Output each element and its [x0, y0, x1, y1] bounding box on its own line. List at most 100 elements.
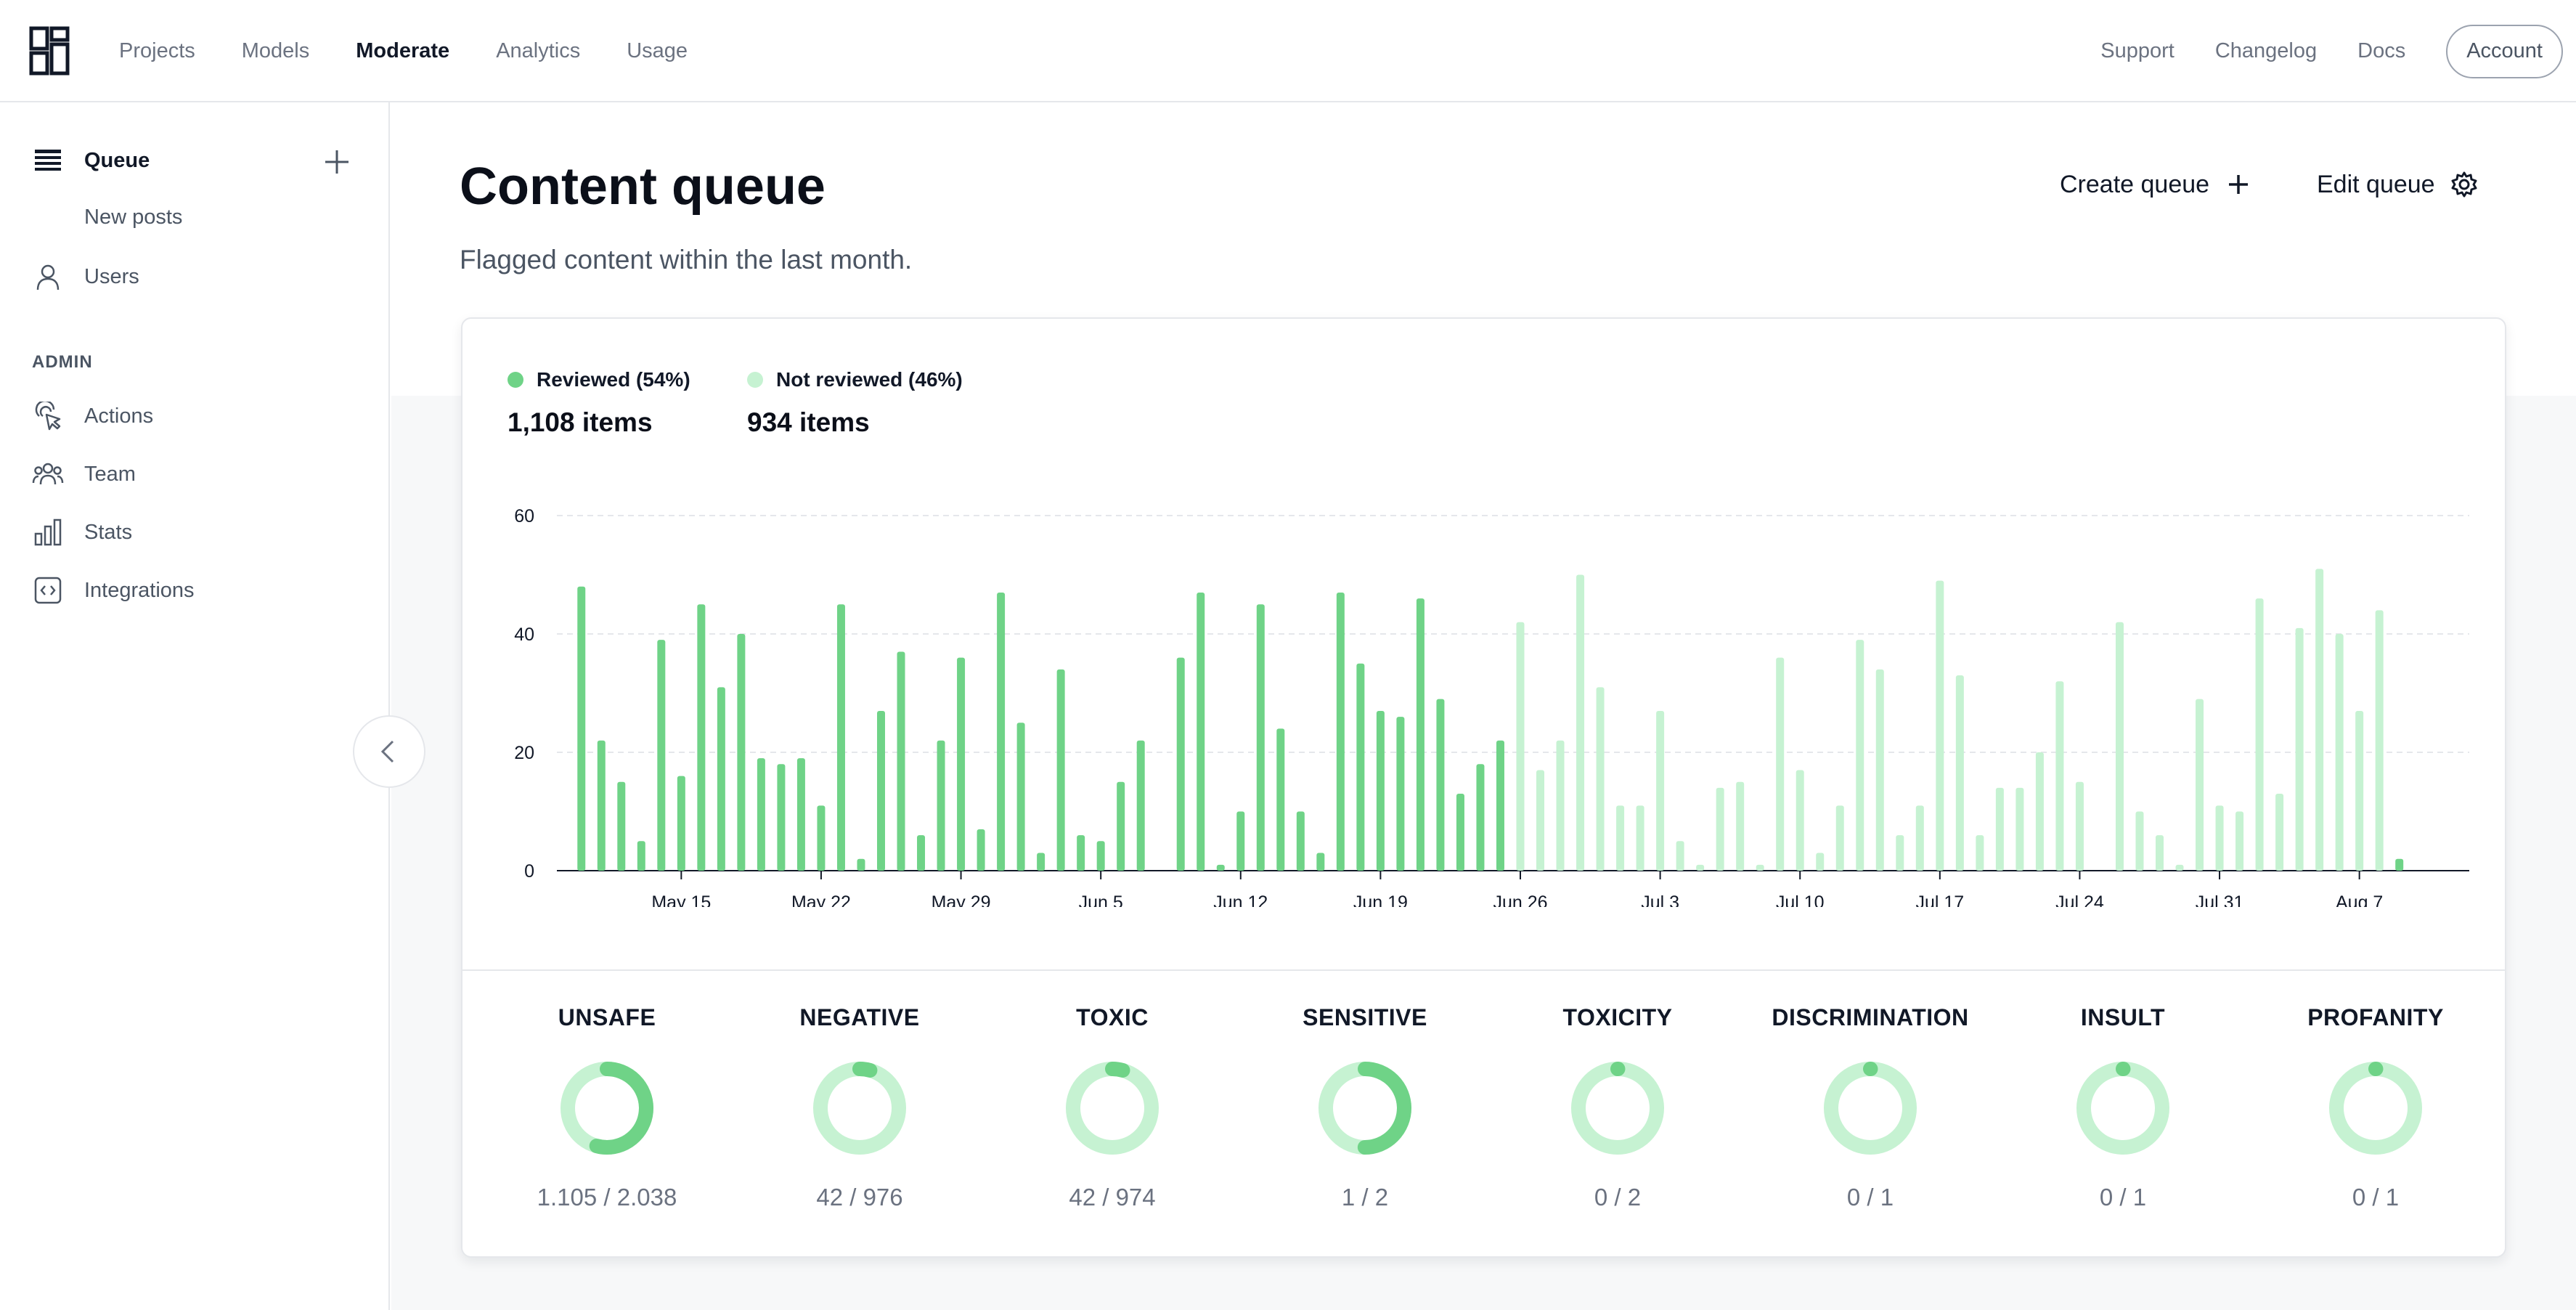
top-navbar: Projects Models Moderate Analytics Usage… — [0, 0, 2576, 102]
edit-queue-label: Edit queue — [2317, 170, 2435, 198]
y-tick-label: 40 — [514, 625, 534, 645]
bar-reviewed — [697, 604, 706, 871]
account-button[interactable]: Account — [2446, 24, 2563, 78]
sidebar-item-label: Queue — [84, 148, 150, 172]
bar-reviewed — [1037, 853, 1046, 871]
bar-not-reviewed — [1976, 835, 1984, 871]
category-name: UNSAFE — [558, 1004, 656, 1030]
donut-track — [1571, 1062, 1664, 1155]
nav-projects[interactable]: Projects — [119, 39, 195, 63]
list-icon — [32, 145, 64, 176]
category-negative[interactable]: NEGATIVE 42 / 976 — [751, 1004, 969, 1211]
bar-not-reviewed — [1776, 657, 1785, 871]
card-divider — [462, 969, 2505, 971]
x-tick-label: Jul 17 — [1915, 892, 1964, 907]
bar-reviewed — [1236, 811, 1245, 871]
bar-reviewed — [677, 776, 685, 871]
add-queue-icon[interactable] — [319, 145, 354, 179]
reviewed-dot-icon — [508, 372, 523, 388]
nav-analytics[interactable]: Analytics — [496, 39, 580, 63]
bar-not-reviewed — [1516, 622, 1525, 871]
sidebar-item-queue[interactable]: Queue — [32, 142, 150, 179]
secondary-nav: Support Changelog Docs Account — [2100, 0, 2563, 102]
category-toxic[interactable]: TOXIC 42 / 974 — [1003, 1004, 1221, 1211]
bar-reviewed — [1496, 740, 1504, 871]
sidebar-section-admin: ADMIN — [32, 352, 93, 372]
category-ratio: 0 / 1 — [2352, 1184, 2400, 1211]
x-tick-label: Jul 3 — [1641, 892, 1679, 907]
sidebar-item-team[interactable]: Team — [32, 456, 136, 492]
bar-reviewed — [1216, 864, 1225, 871]
bar-reviewed — [1276, 728, 1285, 871]
bar-reviewed — [577, 586, 586, 871]
create-queue-label: Create queue — [2060, 170, 2210, 198]
x-tick-label: Jul 31 — [2196, 892, 2244, 907]
bar-reviewed — [1416, 598, 1424, 871]
category-name: NEGATIVE — [799, 1004, 920, 1030]
sidebar-item-integrations[interactable]: Integrations — [32, 572, 195, 609]
sidebar-item-label: Stats — [84, 520, 133, 544]
category-name: DISCRIMINATION — [1772, 1004, 1969, 1030]
x-tick-label: Aug 7 — [2336, 892, 2383, 907]
bar-not-reviewed — [1536, 770, 1545, 871]
bar-not-reviewed — [2355, 710, 2364, 871]
category-donut-chart — [561, 1062, 653, 1155]
nav-models[interactable]: Models — [242, 39, 310, 63]
create-queue-button[interactable]: Create queue — [2060, 170, 2253, 199]
bar-not-reviewed — [1556, 740, 1565, 871]
bar-reviewed — [917, 835, 926, 871]
legend-reviewed: Reviewed (54%) 1,108 items — [508, 368, 690, 438]
plus-icon — [2229, 175, 2249, 194]
logo-icon[interactable] — [29, 26, 70, 76]
gear-icon — [2451, 171, 2477, 198]
edit-queue-button[interactable]: Edit queue — [2317, 170, 2479, 199]
donut-track — [2329, 1062, 2422, 1155]
category-donut-chart — [1824, 1062, 1917, 1155]
category-unsafe[interactable]: UNSAFE 1.105 / 2.038 — [498, 1004, 716, 1211]
category-donut-chart — [813, 1062, 906, 1155]
bar-not-reviewed — [2156, 835, 2164, 871]
nav-usage[interactable]: Usage — [627, 39, 688, 63]
category-ratio: 1.105 / 2.038 — [537, 1184, 677, 1211]
bar-not-reviewed — [2295, 627, 2304, 871]
nav-support[interactable]: Support — [2100, 39, 2174, 63]
nav-changelog[interactable]: Changelog — [2215, 39, 2317, 63]
code-icon — [32, 574, 64, 606]
bar-not-reviewed — [2375, 610, 2384, 871]
category-toxicity[interactable]: TOXICITY 0 / 2 — [1509, 1004, 1727, 1211]
nav-docs[interactable]: Docs — [2357, 39, 2405, 63]
category-donut-chart — [1318, 1062, 1411, 1155]
bar-reviewed — [857, 858, 865, 871]
bar-not-reviewed — [2015, 787, 2024, 871]
sidebar-item-new-posts[interactable]: New posts — [84, 206, 182, 229]
x-tick-label: Jul 24 — [2055, 892, 2104, 907]
bar-not-reviewed — [1676, 841, 1684, 871]
collapse-sidebar-button[interactable] — [353, 715, 425, 788]
nav-moderate[interactable]: Moderate — [356, 39, 449, 63]
category-donut-chart — [2076, 1062, 2169, 1155]
bar-reviewed — [1096, 841, 1105, 871]
bar-reviewed — [937, 740, 945, 871]
bar-not-reviewed — [2315, 569, 2324, 871]
sidebar-item-actions[interactable]: Actions — [32, 398, 153, 434]
sidebar-item-stats[interactable]: Stats — [32, 514, 132, 550]
main-nav: Projects Models Moderate Analytics Usage — [119, 0, 688, 102]
bar-not-reviewed — [2135, 811, 2144, 871]
category-donut-chart — [1066, 1062, 1159, 1155]
bar-not-reviewed — [1596, 687, 1605, 871]
sidebar-item-users[interactable]: Users — [32, 259, 139, 295]
donut-track — [813, 1062, 906, 1155]
category-discrimination[interactable]: DISCRIMINATION 0 / 1 — [1761, 1004, 1979, 1211]
bar-not-reviewed — [1915, 805, 1924, 871]
bar-reviewed — [1356, 663, 1365, 871]
category-ratio: 0 / 2 — [1594, 1184, 1642, 1211]
category-profanity[interactable]: PROFANITY 0 / 1 — [2267, 1004, 2485, 1211]
bar-reviewed — [597, 740, 606, 871]
legend-not-reviewed-count: 934 items — [747, 407, 870, 437]
category-sensitive[interactable]: SENSITIVE 1 / 2 — [1256, 1004, 1474, 1211]
category-insult[interactable]: INSULT 0 / 1 — [2014, 1004, 2232, 1211]
not-reviewed-dot-icon — [747, 372, 763, 388]
bar-reviewed — [1316, 853, 1325, 871]
bar-reviewed — [1336, 592, 1345, 871]
x-tick-label: May 15 — [651, 892, 711, 907]
